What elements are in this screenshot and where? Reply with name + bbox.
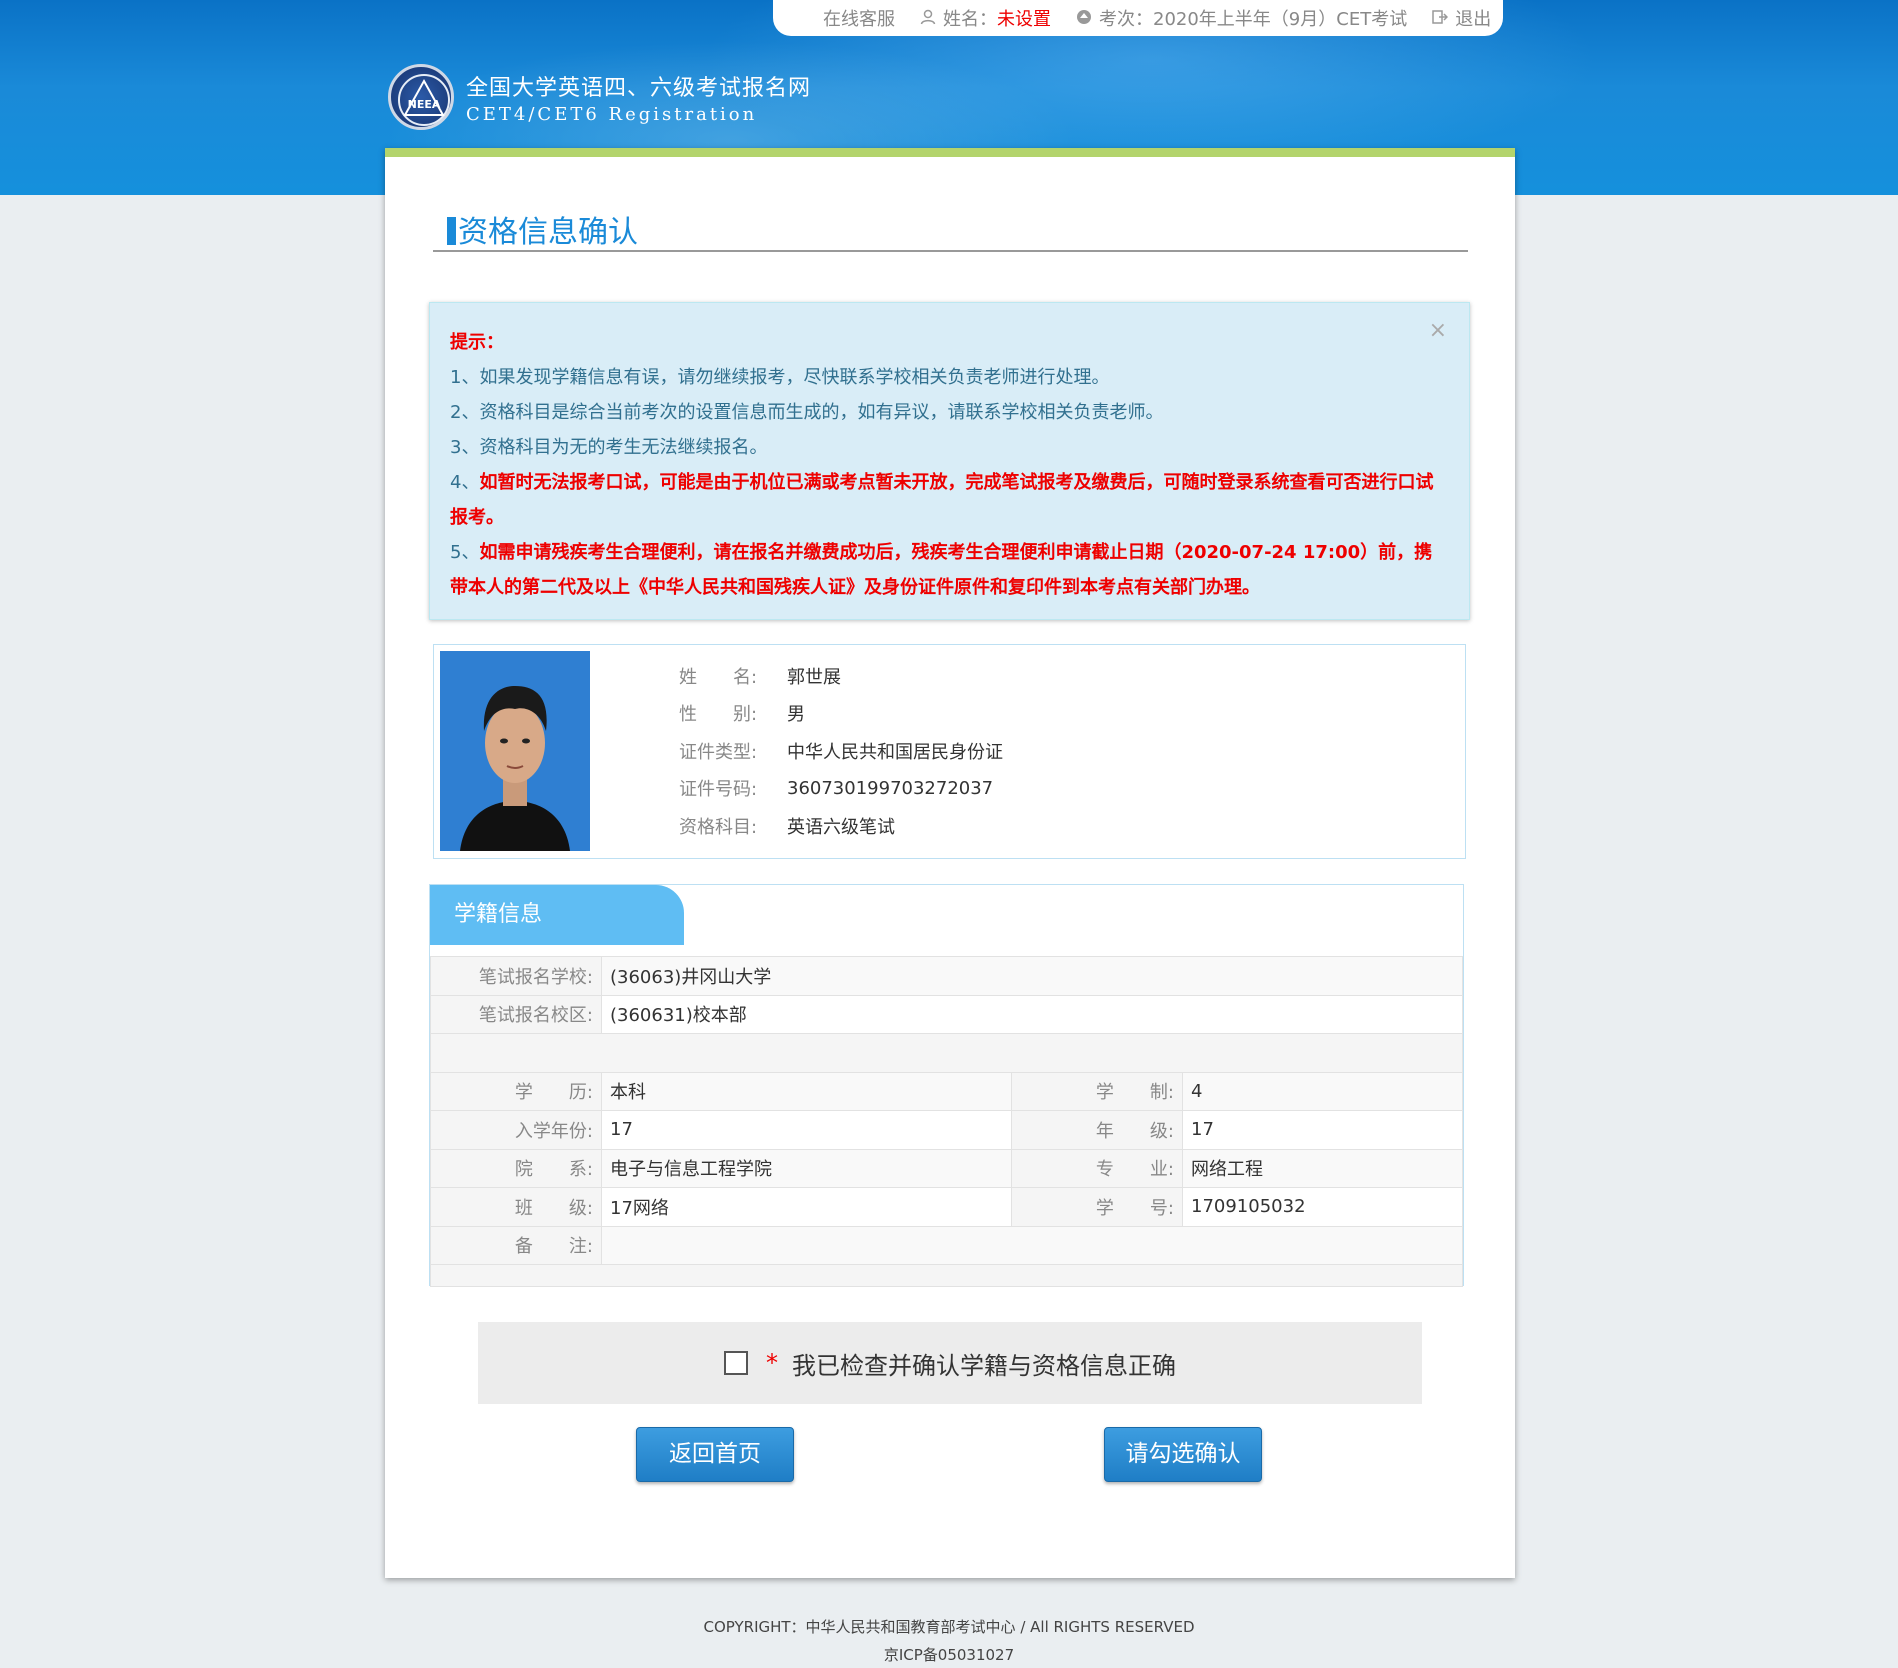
- table-row: 入学年份: 17 年 级: 17: [430, 1110, 1463, 1150]
- site-title-cn: 全国大学英语四、六级考试报名网: [466, 75, 812, 101]
- profile-row-id-type: 证件类型: 中华人民共和国居民身份证: [679, 741, 1003, 763]
- table-row: 院 系: 电子与信息工程学院 专 业: 网络工程: [430, 1148, 1463, 1188]
- close-icon[interactable]: ×: [1429, 313, 1447, 348]
- table-row-spacer: [430, 1264, 1463, 1287]
- student-record-tab: 学籍信息: [430, 885, 684, 945]
- profile-row-name: 姓 名: 郭世展: [679, 666, 841, 688]
- student-record-section: 学籍信息 笔试报名学校: (36063)井冈山大学 笔试报名校区: (36063…: [429, 884, 1464, 1287]
- page-title: 资格信息确认: [447, 207, 638, 251]
- site-logo[interactable]: NEEA 全国大学英语四、六级考试报名网 CET4/CET6 Registrat…: [388, 64, 811, 130]
- alert-item-1: 1、如果发现学籍信息有误，请勿继续报考，尽快联系学校相关负责老师进行处理。: [450, 367, 1110, 388]
- table-row-spacer: [430, 1033, 1463, 1073]
- alert-item-5: 5、如需申请残疾考生合理便利，请在报名并缴费成功后，残疾考生合理便利申请截止日期…: [450, 542, 1433, 598]
- table-row: 学 历: 本科 学 制: 4: [430, 1071, 1463, 1111]
- title-divider: [433, 250, 1468, 252]
- footer: COPYRIGHT：中华人民共和国教育部考试中心 / All RIGHTS RE…: [0, 1613, 1898, 1668]
- confirm-button[interactable]: 请勾选确认: [1104, 1427, 1262, 1482]
- candidate-profile: 姓 名: 郭世展 性 别: 男 证件类型: 中华人民共和国居民身份证 证件号码: 360…: [433, 644, 1466, 859]
- online-service-link[interactable]: 在线客服: [823, 5, 895, 31]
- exam-icon: [1075, 9, 1093, 27]
- confirm-checkbox[interactable]: [724, 1351, 748, 1375]
- profile-row-subject: 资格科目: 英语六级笔试: [679, 816, 895, 838]
- top-bar: 在线客服 姓名： 未设置 考次： 2020年上半年（9月）CET考试 退出: [773, 0, 1503, 36]
- confirm-checkbox-row[interactable]: * 我已检查并确认学籍与资格信息正确: [478, 1322, 1422, 1404]
- candidate-photo: [440, 651, 590, 851]
- table-row: 笔试报名学校: (36063)井冈山大学: [430, 956, 1463, 996]
- icp-text[interactable]: 京ICP备05031027: [0, 1641, 1898, 1668]
- back-home-button[interactable]: 返回首页: [636, 1427, 794, 1482]
- required-marker: *: [766, 1349, 778, 1377]
- logout-link[interactable]: 退出: [1431, 5, 1491, 31]
- copyright-text: COPYRIGHT：中华人民共和国教育部考试中心 / All RIGHTS RE…: [703, 1618, 1195, 1636]
- alert-item-4: 4、如暂时无法报考口试，可能是由于机位已满或考点暂未开放，完成笔试报考及缴费后，…: [450, 472, 1434, 528]
- exam-session-info: 考次： 2020年上半年（9月）CET考试: [1075, 5, 1407, 31]
- alert-item-2: 2、资格科目是综合当前考次的设置信息而生成的，如有异议，请联系学校相关负责老师。: [450, 402, 1164, 423]
- main-panel: 资格信息确认 × 提示： 1、如果发现学籍信息有误，请勿继续报考，尽快联系学校相…: [385, 148, 1515, 1578]
- table-row: 笔试报名校区: (360631)校本部: [430, 994, 1463, 1034]
- notice-alert: × 提示： 1、如果发现学籍信息有误，请勿继续报考，尽快联系学校相关负责老师进行…: [429, 302, 1470, 620]
- neea-emblem: NEEA: [388, 64, 454, 130]
- table-row: 班 级: 17网络 学 号: 1709105032: [430, 1187, 1463, 1227]
- profile-row-id-number: 证件号码: 360730199703272037: [679, 777, 994, 801]
- profile-row-gender: 性 别: 男: [679, 704, 805, 726]
- alert-heading: 提示：: [450, 332, 504, 353]
- table-row: 备 注:: [430, 1225, 1463, 1265]
- student-record-table: 笔试报名学校: (36063)井冈山大学 笔试报名校区: (360631)校本部…: [430, 956, 1463, 1287]
- alert-item-3: 3、资格科目为无的考生无法继续报名。: [450, 437, 768, 458]
- confirm-label[interactable]: 我已检查并确认学籍与资格信息正确: [792, 1346, 1176, 1381]
- name-value: 未设置: [997, 9, 1051, 30]
- logout-icon: [1431, 9, 1449, 27]
- user-icon: [919, 9, 937, 27]
- site-title-en: CET4/CET6 Registration: [466, 103, 758, 125]
- user-name-info: 姓名： 未设置: [919, 5, 1051, 31]
- svg-text:NEEA: NEEA: [408, 98, 441, 111]
